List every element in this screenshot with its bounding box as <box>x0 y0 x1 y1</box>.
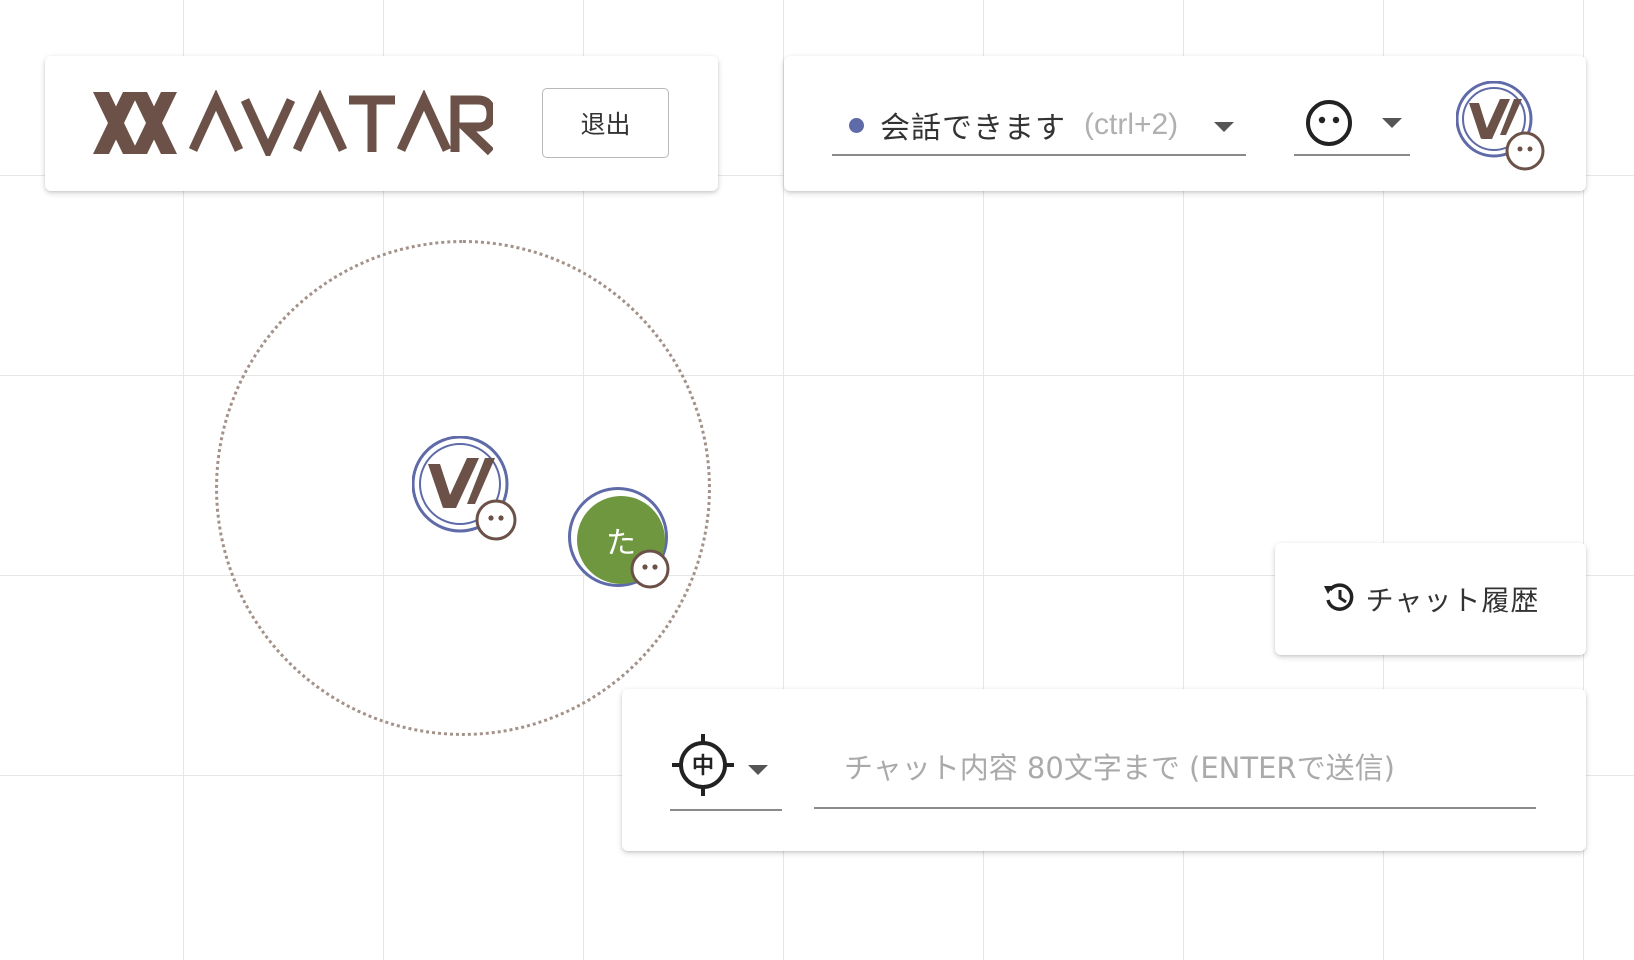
chevron-down-icon <box>1382 118 1402 128</box>
crosshair-center-icon: 中 <box>670 732 736 802</box>
self-avatar[interactable] <box>1455 80 1548 177</box>
chevron-down-icon <box>748 765 768 775</box>
status-card: 会話できます (ctrl+2) <box>784 56 1586 191</box>
status-select[interactable]: 会話できます (ctrl+2) <box>832 96 1246 156</box>
avatar-logo <box>93 89 496 161</box>
chat-message-input[interactable] <box>814 729 1536 809</box>
neutral-face-icon <box>475 499 517 541</box>
chat-history-label: チャット履歴 <box>1365 584 1540 617</box>
target-glyph: 中 <box>692 754 714 779</box>
header-card: 退出 <box>45 56 718 191</box>
chat-target-select[interactable]: 中 <box>670 729 782 811</box>
neutral-face-icon <box>1304 98 1354 152</box>
status-dot-icon <box>849 117 864 133</box>
history-icon <box>1322 580 1356 618</box>
neutral-face-icon <box>629 548 671 594</box>
logout-button[interactable]: 退出 <box>542 88 669 158</box>
chat-input-card: 中 <box>622 689 1586 851</box>
chevron-down-icon <box>1214 122 1234 132</box>
chat-history-button[interactable]: チャット履歴 <box>1275 543 1586 655</box>
self-avatar-map[interactable] <box>411 435 522 550</box>
status-shortcut: (ctrl+2) <box>1084 108 1179 141</box>
emoji-select[interactable] <box>1294 96 1410 156</box>
status-label: 会話できます <box>880 111 1066 146</box>
